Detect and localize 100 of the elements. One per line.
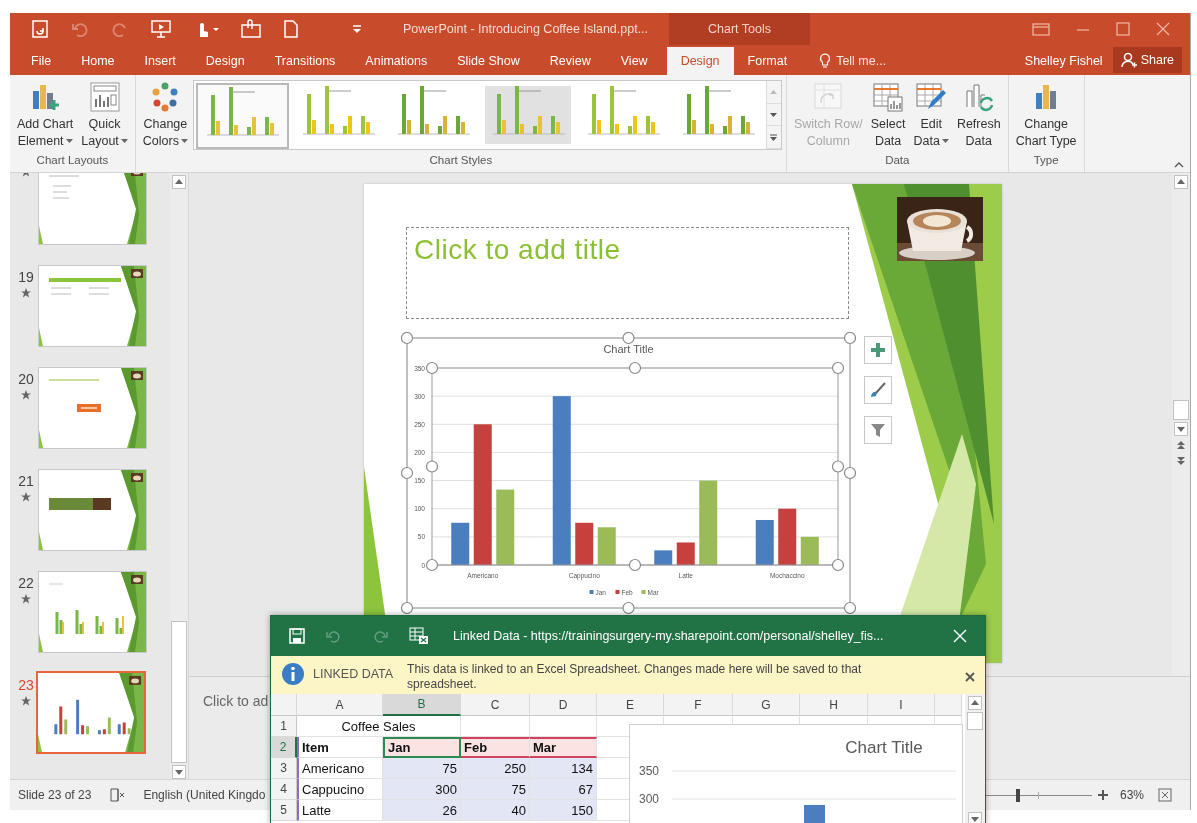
chart-style-thumbnail[interactable] (195, 83, 289, 149)
row-header[interactable]: 4 (271, 779, 297, 800)
slide-thumbnail[interactable] (36, 671, 146, 754)
save-icon[interactable] (30, 19, 50, 39)
row-header[interactable]: 1 (271, 716, 297, 737)
share-button[interactable]: Share (1112, 47, 1182, 73)
maximize-icon[interactable] (1116, 22, 1130, 36)
resize-handle[interactable] (425, 558, 439, 572)
dismiss-button[interactable] (965, 672, 975, 682)
column-header[interactable]: G (733, 694, 800, 716)
zoom-level[interactable]: 63% (1107, 788, 1158, 802)
resize-handle[interactable] (843, 466, 856, 480)
chart-filter-button[interactable] (864, 416, 892, 444)
scrollbar-thumb[interactable] (967, 712, 983, 730)
ribbon-tab[interactable]: Slide Show (442, 47, 535, 75)
scroll-up-button[interactable] (1174, 175, 1188, 189)
resize-handle[interactable] (425, 460, 439, 473)
tell-me-button[interactable]: Tell me... (809, 47, 897, 75)
ribbon-options-icon[interactable] (1032, 22, 1050, 36)
column-header[interactable]: D (530, 694, 597, 716)
column-header[interactable]: F (664, 694, 733, 716)
ribbon-tab[interactable]: Insert (129, 47, 191, 75)
row-header[interactable]: 5 (271, 800, 297, 821)
table-cell: Mar (530, 737, 597, 758)
user-name[interactable]: Shelley Fishel (1014, 47, 1113, 75)
slide-thumbnail[interactable] (38, 571, 147, 653)
resize-handle[interactable] (401, 466, 414, 480)
scroll-down-button[interactable] (1174, 421, 1188, 436)
ribbon-tab[interactable]: Transitions (259, 47, 351, 75)
resize-handle[interactable] (425, 361, 439, 375)
presentation-icon[interactable] (150, 19, 172, 39)
zoom-slider-thumb[interactable] (1015, 788, 1020, 802)
paperclip-icon[interactable] (240, 19, 262, 39)
triangle-down-icon (1177, 424, 1185, 433)
resize-handle[interactable] (622, 601, 635, 614)
ribbon-tab[interactable]: Design (666, 47, 734, 75)
row-header[interactable]: 2 (271, 737, 297, 758)
scrollbar-thumb[interactable] (171, 621, 187, 763)
page-icon[interactable] (282, 19, 300, 39)
collapse-ribbon-icon[interactable] (1174, 162, 1184, 168)
spell-check-icon[interactable] (109, 788, 126, 802)
spreadsheet-icon[interactable] (409, 627, 429, 645)
gallery-more-button[interactable] (766, 126, 781, 149)
gallery-down-button[interactable] (766, 103, 781, 127)
scrollbar-thumb[interactable] (1173, 399, 1189, 420)
language-indicator[interactable]: English (United Kingdo (143, 788, 266, 802)
ribbon-tab[interactable]: View (605, 47, 663, 75)
resize-handle[interactable] (831, 558, 845, 572)
chart-elements-button[interactable] (864, 336, 892, 364)
column-header[interactable]: C (461, 694, 530, 716)
resize-handle[interactable] (831, 361, 845, 375)
slide-thumbnail[interactable] (38, 265, 147, 347)
fit-slide-button[interactable] (1158, 788, 1172, 802)
resize-handle[interactable] (401, 601, 414, 614)
notes-placeholder[interactable]: Click to ad (203, 693, 269, 709)
resize-handle[interactable] (831, 460, 845, 473)
ribbon-button[interactable]: Change Colors (139, 79, 191, 150)
ribbon-tab[interactable]: File (16, 47, 67, 75)
ribbon-button[interactable]: Quick Layout (78, 79, 131, 150)
save-icon[interactable] (289, 628, 305, 644)
column-header[interactable]: E (597, 694, 664, 716)
close-icon (953, 629, 967, 643)
ribbon-button[interactable]: Refresh Data (953, 79, 1004, 150)
ribbon-tab[interactable]: Home (66, 47, 130, 75)
bar (597, 527, 616, 565)
triangle-down-icon (175, 768, 183, 776)
bar (755, 519, 774, 565)
double-down-icon (1177, 456, 1185, 465)
chart-styles-button[interactable] (864, 376, 892, 404)
column-header[interactable]: A (297, 694, 383, 716)
ribbon-button[interactable]: Select Data (867, 79, 909, 150)
resize-handle[interactable] (628, 361, 642, 375)
slide-thumbnail[interactable] (38, 469, 147, 551)
chart-title[interactable]: Chart Title (603, 343, 654, 355)
ribbon-button[interactable]: Add Chart Element (14, 79, 77, 150)
zoom-in-button[interactable] (1097, 790, 1108, 800)
ribbon-tab[interactable]: Animations (350, 47, 443, 75)
scroll-down-button[interactable] (968, 812, 982, 823)
slide-thumbnail[interactable] (38, 367, 147, 449)
ribbon-button[interactable]: Edit Data (910, 79, 952, 150)
slide-thumbnail[interactable] (38, 173, 147, 245)
column-header[interactable]: H (800, 694, 868, 716)
resize-handle[interactable] (622, 332, 635, 345)
close-icon[interactable] (1156, 22, 1170, 36)
column-header[interactable]: B (383, 694, 461, 716)
chart-style-thumbnail[interactable] (482, 83, 574, 147)
ribbon-tab[interactable]: Review (534, 47, 606, 75)
resize-handle[interactable] (843, 332, 856, 345)
row-header[interactable]: 3 (271, 758, 297, 779)
ribbon-tab[interactable]: Format (733, 47, 802, 75)
ribbon-tab[interactable]: Design (190, 47, 260, 75)
scroll-up-button[interactable] (968, 696, 982, 710)
scroll-down-button[interactable] (172, 765, 186, 779)
resize-handle[interactable] (401, 332, 414, 345)
resize-handle[interactable] (628, 558, 642, 572)
close-button[interactable] (953, 629, 967, 643)
scroll-up-button[interactable] (172, 175, 186, 189)
ribbon-button[interactable]: Change Chart Type (1012, 79, 1080, 150)
column-header[interactable]: I (868, 694, 935, 716)
resize-handle[interactable] (843, 601, 856, 614)
